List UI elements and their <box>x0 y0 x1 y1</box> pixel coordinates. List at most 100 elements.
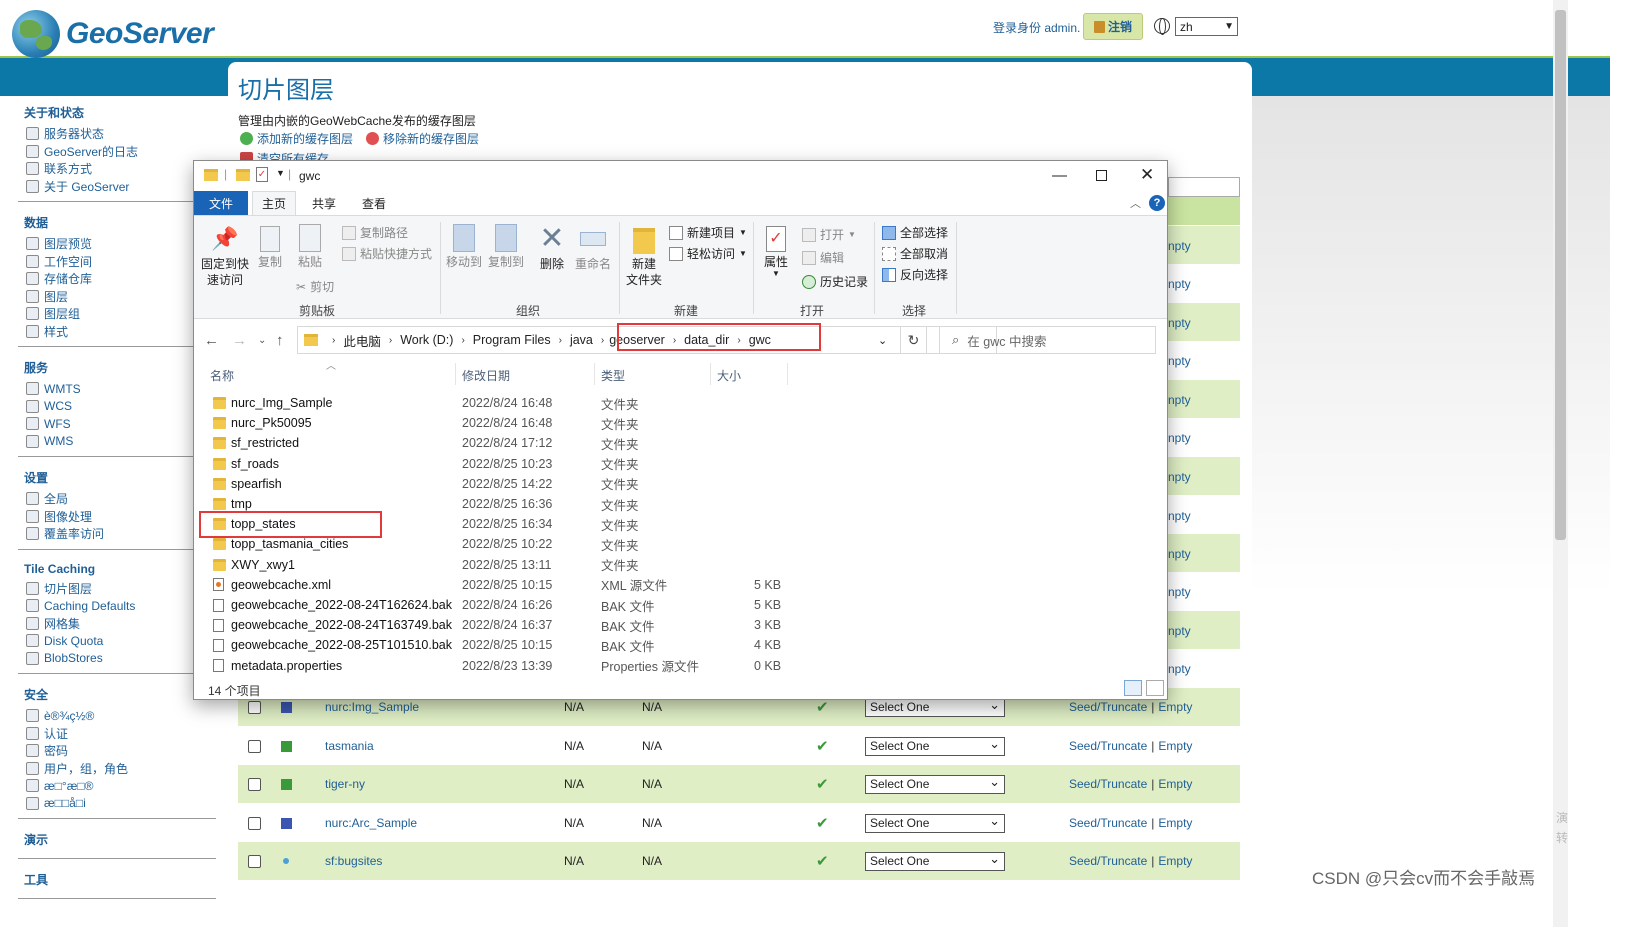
details-view-icon[interactable] <box>1124 680 1142 696</box>
logout-button[interactable]: 注销 <box>1083 13 1143 40</box>
properties-button[interactable]: ✓ 属性 ▼ <box>758 224 794 278</box>
file-list-item[interactable]: geowebcache.xml 2022/8/25 10:15 XML 源文件 5 K… <box>194 575 1167 595</box>
file-list-item[interactable]: nurc_Pk50095 2022/8/24 16:48 文件夹 <box>194 413 1167 433</box>
empty-link-fragment[interactable]: npty <box>1168 354 1191 368</box>
file-list-item[interactable]: nurc_Img_Sample 2022/8/24 16:48 文件夹 <box>194 393 1167 413</box>
minimize-icon[interactable]: — <box>1052 167 1067 184</box>
empty-link-fragment[interactable]: npty <box>1168 585 1191 599</box>
seed-truncate-link[interactable]: Seed/Truncate <box>1069 816 1147 830</box>
chevron-down-icon[interactable]: ⌄ <box>878 334 887 347</box>
new-folder-button[interactable]: 新建 文件夹 <box>624 224 664 288</box>
sidebar-item[interactable]: æ□°æ□® <box>18 777 218 795</box>
copy-path-button[interactable]: 复制路径 <box>342 224 408 241</box>
column-divider[interactable] <box>455 363 456 385</box>
seed-truncate-link[interactable]: Seed/Truncate <box>1069 739 1147 753</box>
sidebar-item[interactable]: 联系方式 <box>18 160 218 178</box>
sidebar-item[interactable]: WMTS <box>18 380 218 398</box>
collapse-ribbon-icon[interactable]: ︿ <box>1130 195 1141 211</box>
preview-select[interactable]: Select One ⌄ <box>865 736 1005 756</box>
tab-view[interactable]: 查看 <box>354 191 394 215</box>
sidebar-item[interactable]: 全局 <box>18 490 218 508</box>
preview-select[interactable]: Select One ⌄ <box>865 851 1005 871</box>
empty-link-fragment[interactable]: npty <box>1168 431 1191 445</box>
sidebar-item[interactable]: Disk Quota <box>18 632 218 650</box>
sidebar-item[interactable]: 关于 GeoServer <box>18 178 218 196</box>
select-none-button[interactable]: 全部取消 <box>882 245 948 262</box>
paste-shortcut-button[interactable]: 粘贴快捷方式 <box>342 245 432 262</box>
row-checkbox[interactable] <box>248 854 261 868</box>
select-all-button[interactable]: 全部选择 <box>882 224 948 241</box>
file-list-item[interactable]: sf_roads 2022/8/25 10:23 文件夹 <box>194 454 1167 474</box>
seed-truncate-link[interactable]: Seed/Truncate <box>1069 777 1147 791</box>
customize-quick-access-icon[interactable]: ▼ <box>276 168 285 178</box>
chevron-right-icon[interactable]: › <box>389 335 392 346</box>
refresh-button[interactable]: ↻ <box>900 326 927 354</box>
invert-selection-button[interactable]: 反向选择 <box>882 266 948 283</box>
chevron-right-icon[interactable]: › <box>461 335 464 346</box>
empty-link[interactable]: Empty <box>1158 739 1192 753</box>
remove-cached-layer-link[interactable]: 移除新的缓存图层 <box>366 130 479 147</box>
empty-link-fragment[interactable]: npty <box>1168 509 1191 523</box>
preview-select[interactable]: Select One ⌄ <box>865 697 1005 717</box>
empty-link-fragment[interactable]: npty <box>1168 470 1191 484</box>
properties-quick-icon[interactable]: ✓ <box>256 167 268 182</box>
filter-input-fragment[interactable] <box>1168 177 1240 197</box>
search-input[interactable]: ⌕ 在 gwc 中搜索 <box>939 326 1156 354</box>
seed-truncate-link[interactable]: Seed/Truncate <box>1069 854 1147 868</box>
breadcrumb-item[interactable]: Program Files <box>473 333 551 347</box>
history-button[interactable]: 历史记录 <box>802 273 868 290</box>
geoserver-logo[interactable]: GeoServer <box>12 10 214 58</box>
empty-link[interactable]: Empty <box>1158 700 1192 714</box>
help-icon[interactable]: ? <box>1149 195 1165 211</box>
tab-file[interactable]: 文件 <box>194 191 248 215</box>
easy-access-button[interactable]: 轻松访问 ▼ <box>669 245 747 262</box>
chevron-right-icon[interactable]: › <box>601 335 604 346</box>
scrollbar-thumb[interactable] <box>1555 10 1566 540</box>
cut-button[interactable]: ✂ 剪切 <box>296 278 334 295</box>
file-list-item[interactable]: geowebcache_2022-08-24T162624.bak 2022/8/… <box>194 595 1167 615</box>
empty-link-fragment[interactable]: npty <box>1168 393 1191 407</box>
column-type[interactable]: 类型 <box>601 367 625 384</box>
file-explorer-window[interactable]: | ✓ ▼ | gwc — ✕ 文件 主页 共享 查看 ︿ ? 📌 固定到快 速… <box>193 160 1168 700</box>
row-checkbox[interactable] <box>248 777 261 791</box>
breadcrumb-item[interactable]: 此电脑 <box>343 331 381 350</box>
seed-truncate-link[interactable]: Seed/Truncate <box>1069 700 1147 714</box>
up-arrow-icon[interactable]: ↑ <box>276 332 284 349</box>
sidebar-item[interactable]: æ□□å□i <box>18 795 218 813</box>
paste-button[interactable]: 粘贴 <box>294 224 326 270</box>
empty-link-fragment[interactable]: npty <box>1168 624 1191 638</box>
empty-link-fragment[interactable]: npty <box>1168 662 1191 676</box>
layer-name-link[interactable]: nurc:Img_Sample <box>325 700 419 714</box>
file-list-item[interactable]: spearfish 2022/8/25 14:22 文件夹 <box>194 474 1167 494</box>
row-checkbox[interactable] <box>248 700 261 714</box>
back-arrow-icon[interactable]: ← <box>204 332 219 349</box>
file-list-item[interactable]: geowebcache_2022-08-24T163749.bak 2022/8/… <box>194 615 1167 635</box>
column-divider[interactable] <box>594 363 595 385</box>
breadcrumb-item[interactable]: Work (D:) <box>400 333 453 347</box>
close-icon[interactable]: ✕ <box>1140 165 1154 185</box>
sidebar-item[interactable]: WMS <box>18 433 218 451</box>
sidebar-item[interactable]: 切片图层 <box>18 580 218 598</box>
maximize-icon[interactable] <box>1096 170 1107 181</box>
delete-button[interactable]: ✕ 删除 <box>534 224 570 272</box>
empty-link-fragment[interactable]: npty <box>1168 316 1191 330</box>
sidebar-item[interactable]: 工作空间 <box>18 253 218 271</box>
empty-link[interactable]: Empty <box>1158 777 1192 791</box>
sidebar-item[interactable]: 密码 <box>18 742 218 760</box>
layer-name-link[interactable]: sf:bugsites <box>325 854 382 868</box>
file-list-item[interactable]: sf_restricted 2022/8/24 17:12 文件夹 <box>194 433 1167 453</box>
add-cached-layer-link[interactable]: 添加新的缓存图层 <box>240 130 353 147</box>
copy-button[interactable]: 复制 <box>254 224 286 270</box>
sidebar-item[interactable]: Caching Defaults <box>18 597 218 615</box>
new-item-button[interactable]: 新建项目 ▼ <box>669 224 747 241</box>
sidebar-item[interactable]: 认证 <box>18 725 218 743</box>
new-folder-quick-icon[interactable] <box>236 169 250 181</box>
sidebar-item[interactable]: è®¾ç½® <box>18 707 218 725</box>
language-select[interactable]: zh ▼ <box>1175 17 1238 36</box>
sidebar-item[interactable]: 图层组 <box>18 305 218 323</box>
sidebar-item[interactable]: 图层预览 <box>18 235 218 253</box>
open-button[interactable]: 打开 ▼ <box>802 226 856 243</box>
sidebar-item[interactable]: 图层 <box>18 288 218 306</box>
layer-name-link[interactable]: tiger-ny <box>325 777 365 791</box>
forward-arrow-icon[interactable]: → <box>232 332 247 349</box>
